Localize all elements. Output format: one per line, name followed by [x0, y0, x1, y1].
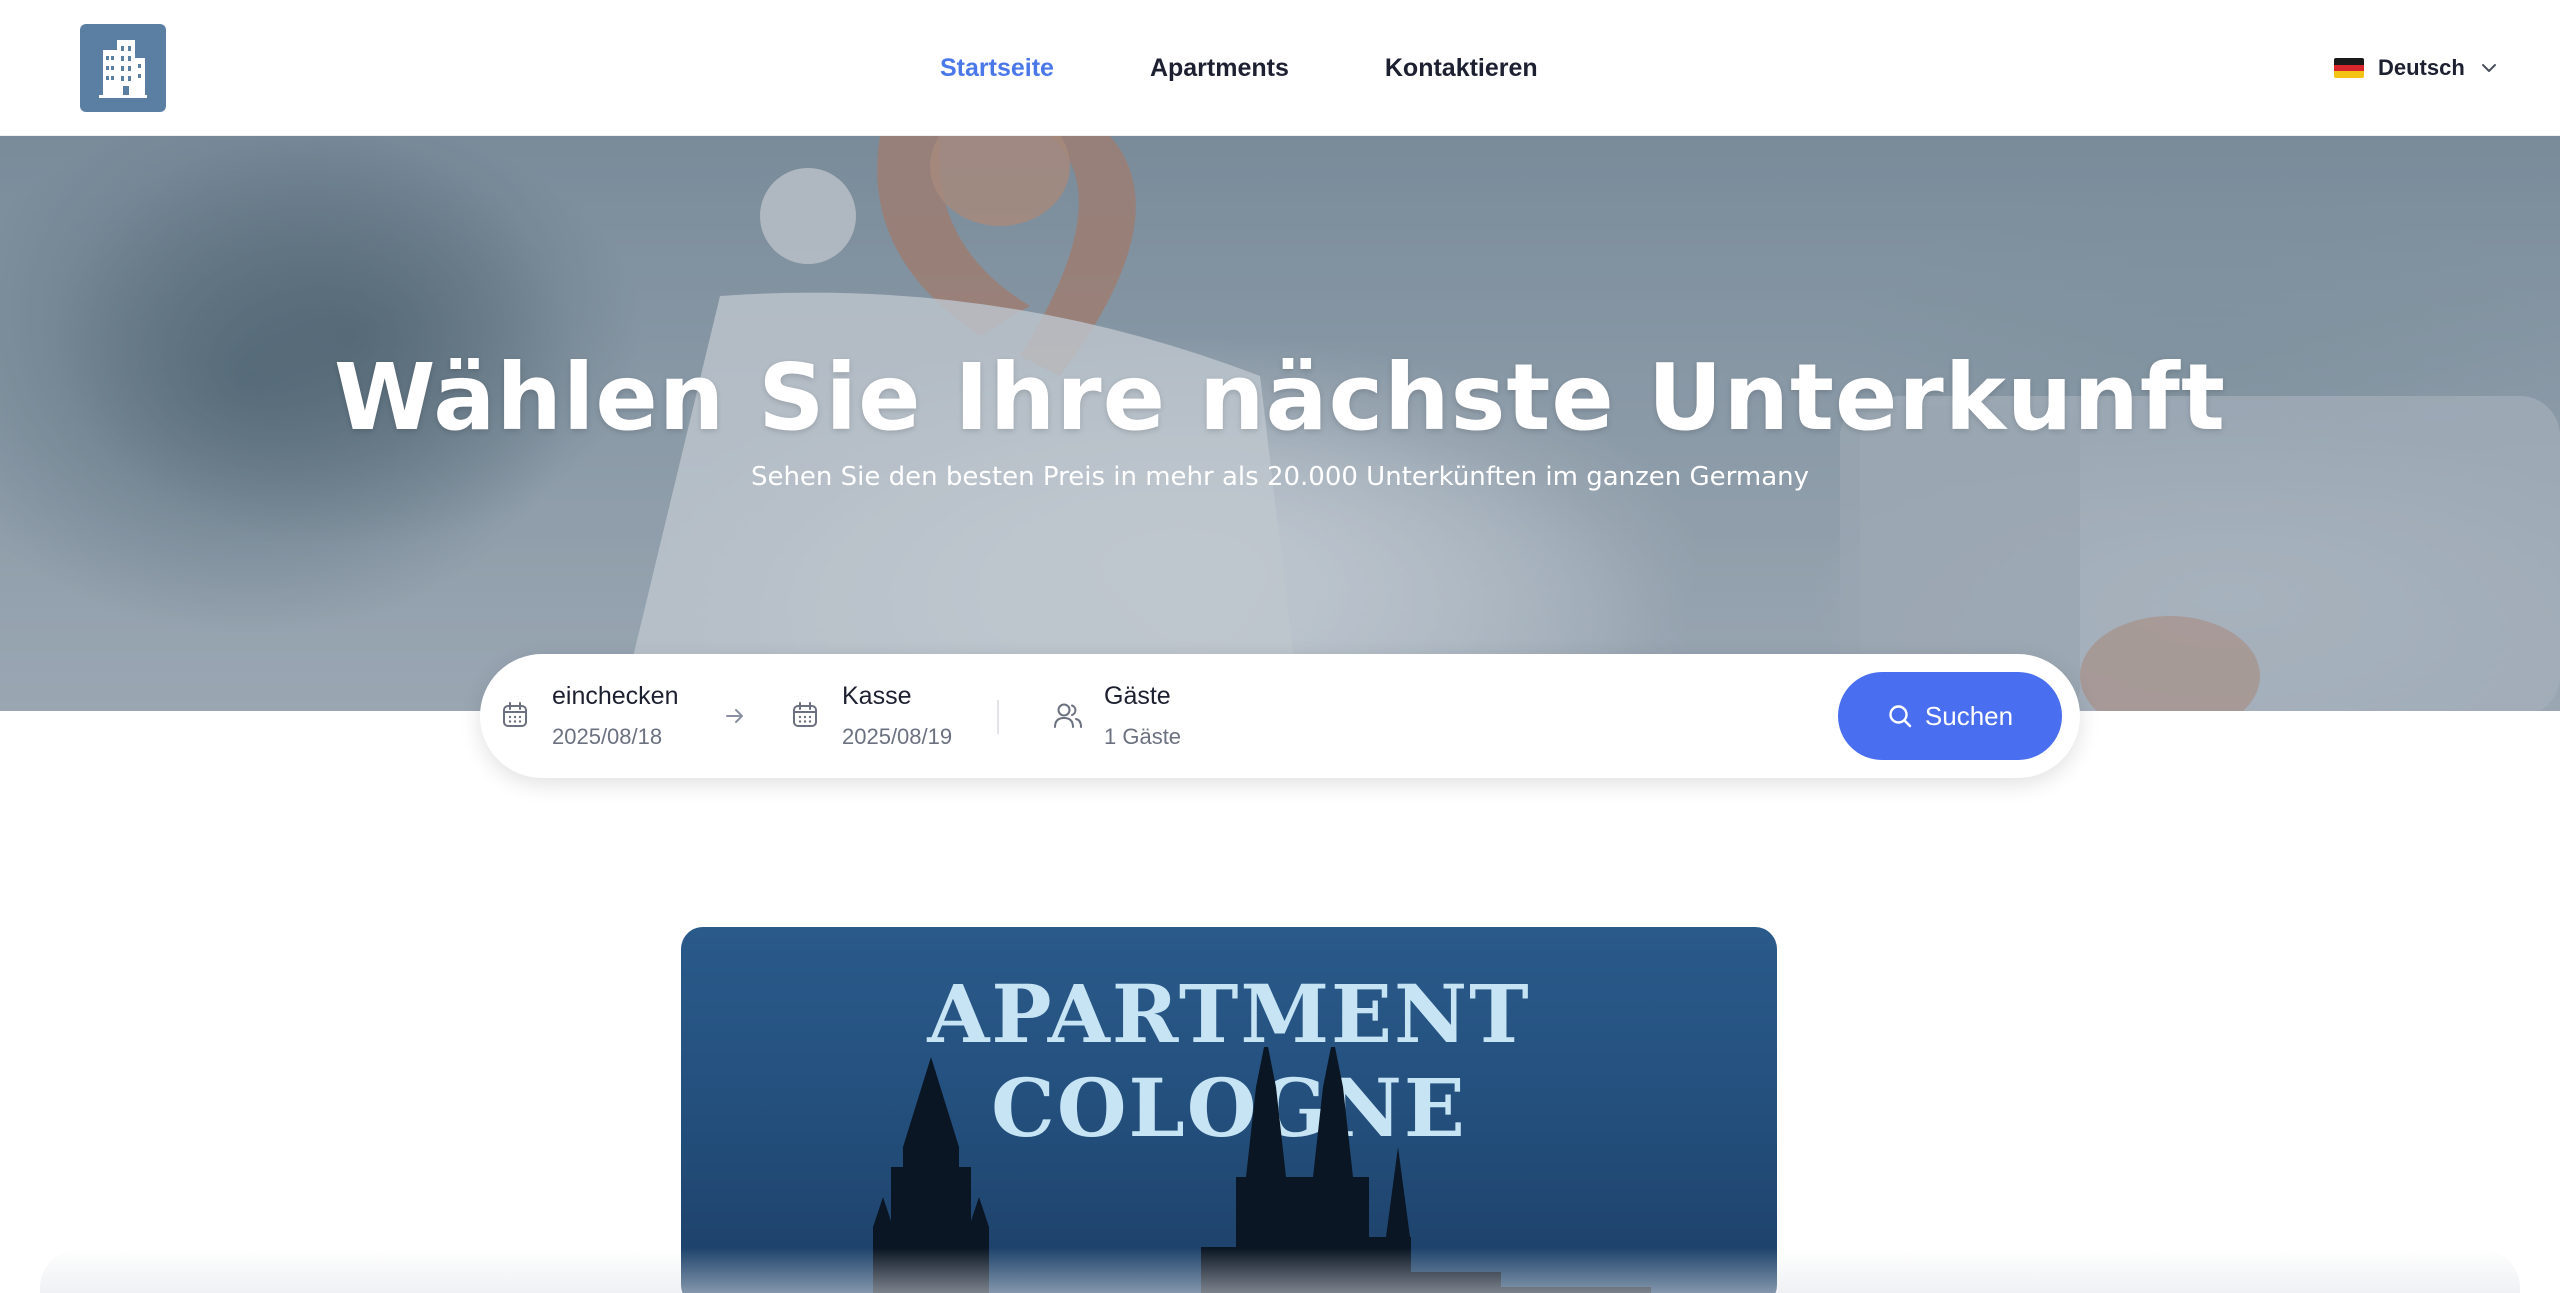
checkout-label: Kasse — [842, 682, 912, 710]
checkin-label: einchecken — [552, 682, 679, 710]
search-divider — [997, 700, 999, 734]
nav-item-home[interactable]: Startseite — [940, 54, 1054, 83]
calendar-icon — [793, 702, 817, 727]
language-label: Deutsch — [2378, 55, 2465, 80]
language-selector[interactable]: Deutsch — [2334, 50, 2499, 86]
guests-field[interactable]: Gäste 1 Gäste — [1030, 654, 1290, 778]
checkout-field[interactable]: Kasse 2025/08/19 — [770, 654, 990, 778]
building-icon — [99, 40, 147, 98]
arrow-right-icon — [726, 709, 743, 723]
guests-label: Gäste — [1104, 682, 1171, 710]
hero-title: Wählen Sie Ihre nächste Unterkunft — [334, 344, 2226, 451]
logo[interactable] — [80, 24, 166, 112]
search-bar: einchecken 2025/08/18 Kasse 2025/08/19 G… — [480, 654, 2080, 778]
hero-subtitle: Sehen Sie den besten Preis in mehr als 2… — [750, 462, 1810, 492]
calendar-icon — [503, 702, 527, 727]
search-icon — [1889, 705, 1912, 728]
hero-banner: Wählen Sie Ihre nächste Unterkunft Sehen… — [0, 136, 2560, 711]
nav-item-contact[interactable]: Kontaktieren — [1385, 54, 1538, 83]
nav-item-apartments[interactable]: Apartments — [1150, 54, 1289, 83]
chevron-down-icon — [2481, 64, 2496, 72]
search-button-label: Suchen — [1924, 700, 2014, 731]
guests-value: 1 Gäste — [1104, 724, 1182, 749]
section-edge — [40, 1248, 2520, 1293]
germany-flag-icon — [2334, 58, 2364, 78]
main-nav: Startseite Apartments Kontaktieren — [940, 46, 1538, 90]
checkin-value: 2025/08/18 — [552, 724, 663, 749]
site-header: Startseite Apartments Kontaktieren Deuts… — [0, 0, 2560, 136]
users-icon — [1054, 703, 1082, 728]
checkin-field[interactable]: einchecken 2025/08/18 — [480, 654, 720, 778]
search-button[interactable]: Suchen — [1838, 672, 2062, 760]
checkout-value: 2025/08/19 — [842, 724, 953, 749]
promo-card[interactable]: APARTMENT COLOGNE — [681, 927, 1777, 1293]
